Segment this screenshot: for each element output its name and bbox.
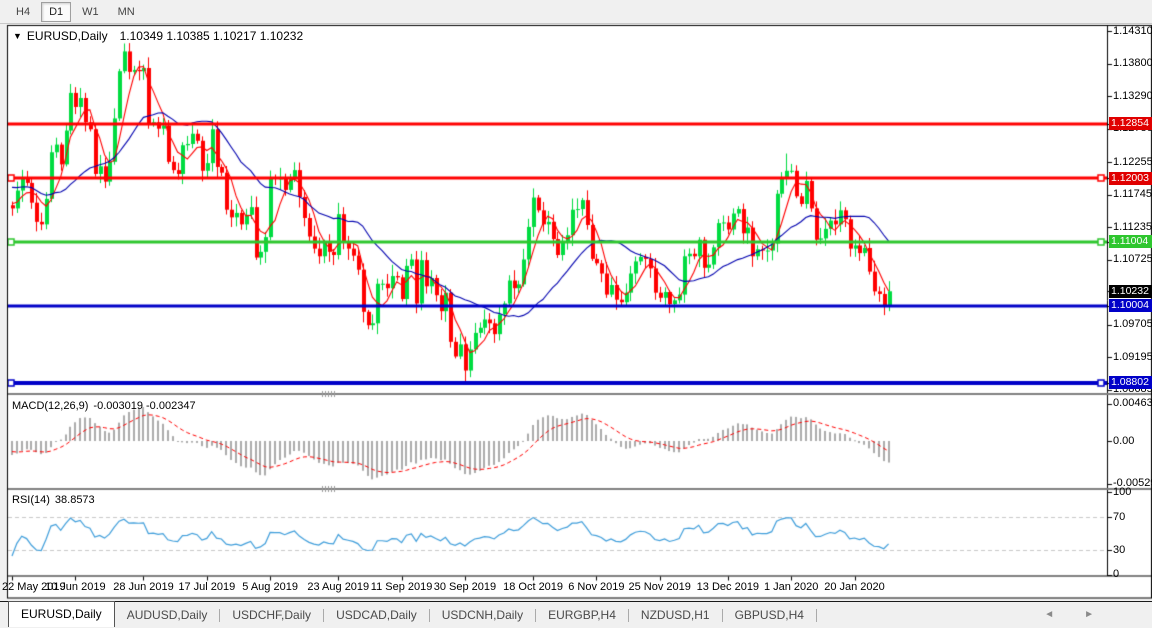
price-badge: 1.12854 <box>1109 117 1152 131</box>
chart-tab-eurgbp[interactable]: EURGBP,H4 <box>536 604 628 626</box>
chart-ohlc-values: 1.10349 1.10385 1.10217 1.10232 <box>119 29 304 43</box>
chart-tab-usdcad[interactable]: USDCAD,Daily <box>324 604 429 626</box>
chart-symbol-label: EURUSD,Daily <box>26 29 108 43</box>
rsi-indicator-label: RSI(14) 38.8573 <box>12 494 95 506</box>
rsi-name: RSI(14) <box>12 494 50 506</box>
price-axis-label: 1.11235 <box>1113 220 1152 233</box>
price-axis-label: 1.09705 <box>1113 318 1152 331</box>
price-badge: 1.08802 <box>1109 376 1152 390</box>
macd-indicator-label: MACD(12,26,9) -0.003019 -0.002347 <box>12 400 196 412</box>
chart-tab-eurusd[interactable]: EURUSD,Daily <box>8 601 115 627</box>
price-axis-label: 1.12255 <box>1113 155 1152 168</box>
price-badge: 1.10004 <box>1109 299 1152 313</box>
price-axis-label: 1.14310 <box>1113 24 1152 37</box>
chart-tab-bar: EURUSD,Daily AUDUSD,Daily USDCHF,Daily USDC… <box>0 601 1152 628</box>
tab-scroll-right-icon[interactable]: ► <box>1084 609 1124 620</box>
tab-scroll-left-icon[interactable]: ◄ <box>1044 609 1084 620</box>
tab-scroll-arrows: ◄► <box>1044 609 1124 620</box>
timeframe-toolbar: H4 D1 W1 MN <box>0 0 1152 24</box>
chart-tab-gbpusd[interactable]: GBPUSD,H4 <box>723 604 816 626</box>
macd-name: MACD(12,26,9) <box>12 400 89 412</box>
timeframe-button-d1[interactable]: D1 <box>41 1 72 22</box>
chart-tab-nzdusd[interactable]: NZDUSD,H1 <box>629 604 722 626</box>
price-axis-label: 1.11745 <box>1113 188 1152 201</box>
chevron-down-icon[interactable]: ▼ <box>13 31 22 41</box>
macd-axis-label: 0.00 <box>1113 434 1135 447</box>
timeframe-button-h4[interactable]: H4 <box>8 2 38 22</box>
chart-tab-audusd[interactable]: AUDUSD,Daily <box>115 604 220 626</box>
price-badge: 1.10232 <box>1109 284 1152 298</box>
price-badge: 1.11004 <box>1109 235 1152 249</box>
rsi-axis-label: 100 <box>1113 486 1132 498</box>
chart-tab-usdcnh[interactable]: USDCNH,Daily <box>430 604 535 626</box>
macd-axis-label: 0.00463 <box>1113 397 1152 410</box>
timeframe-button-w1[interactable]: W1 <box>74 2 107 22</box>
rsi-axis-label: 70 <box>1113 510 1126 523</box>
price-badge: 1.12003 <box>1109 171 1152 185</box>
price-axis-label: 1.09195 <box>1113 350 1152 363</box>
time-axis-label: 20 Jan 2020 <box>824 581 885 593</box>
chart-title: ▼ EURUSD,Daily 1.10349 1.10385 1.10217 1.1… <box>13 29 303 43</box>
rsi-value: 38.8573 <box>54 494 95 506</box>
tab-divider <box>815 608 817 622</box>
rsi-axis-label: 0 <box>1113 567 1120 580</box>
price-axis-label: 1.10725 <box>1113 253 1152 266</box>
timeframe-button-mn[interactable]: MN <box>110 2 143 22</box>
price-chart-canvas[interactable] <box>0 0 1152 628</box>
rsi-axis-label: 30 <box>1113 544 1126 557</box>
chart-tabs: EURUSD,Daily AUDUSD,Daily USDCHF,Daily USDC… <box>0 601 817 627</box>
price-axis-label: 1.13290 <box>1113 89 1152 102</box>
macd-values: -0.003019 -0.002347 <box>93 400 196 412</box>
price-axis-label: 1.13800 <box>1113 57 1152 70</box>
chart-tab-usdchf[interactable]: USDCHF,Daily <box>220 604 323 626</box>
mt4-chart-window: H4 D1 W1 MN ▼ EURUSD,Daily 1.10349 1.10385 1.… <box>0 0 1152 628</box>
